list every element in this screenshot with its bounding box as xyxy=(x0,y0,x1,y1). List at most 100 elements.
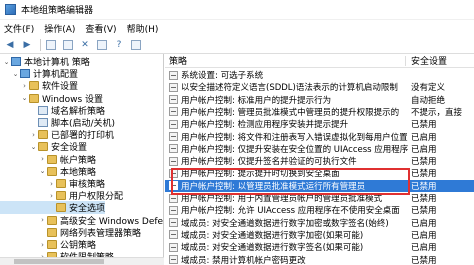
policy-row[interactable]: 用户帐户控制: 用于内置管理员帐户的管理员批准模式 已禁用 xyxy=(165,192,474,204)
policy-row[interactable]: 用户帐户控制: 检测应用程序安装并提示提升 已禁用 xyxy=(165,118,474,130)
folder-icon xyxy=(47,227,57,237)
policy-name: 用户帐户控制: 允许 UIAccess 应用程序在不使用安全桌面 xyxy=(181,206,400,217)
expand-arrow-icon[interactable]: › xyxy=(47,180,56,188)
horizontal-scrollbar[interactable] xyxy=(0,257,164,265)
app-icon xyxy=(5,4,16,15)
toolbar: ◀ ▶ ✕ ? xyxy=(0,36,474,54)
tree-local-computer-policy[interactable]: ⌄ 本地计算机 策略 xyxy=(0,55,90,68)
collapse-arrow-icon[interactable]: ⌄ xyxy=(29,143,38,151)
properties-icon[interactable] xyxy=(129,38,143,51)
title-bar: 本地组策略编辑器 xyxy=(0,0,474,20)
folder-icon xyxy=(56,191,66,201)
policy-setting-value: 已启用 xyxy=(411,230,437,241)
policy-name: 域成员: 对安全通道数据进行数字加密或数字签名(始终) xyxy=(181,218,389,229)
policy-setting-value: 已启用 xyxy=(411,132,437,143)
collapse-arrow-icon[interactable]: ⌄ xyxy=(38,167,47,175)
policy-row[interactable]: 以安全描述符定义语言(SDDL)语法表示的计算机启动限制 没有定义 xyxy=(165,81,474,93)
policy-name: 以安全描述符定义语言(SDDL)语法表示的计算机启动限制 xyxy=(181,83,398,94)
menu-help[interactable]: 帮助(H) xyxy=(127,22,159,35)
policy-setting-value: 不提示，直接 xyxy=(411,107,463,118)
tree-computer-config[interactable]: ⌄ 计算机配置 xyxy=(0,67,78,80)
tree-node-label: 用户权限分配 xyxy=(69,192,124,203)
tree-public-key[interactable]: › 公钥策略 xyxy=(0,238,96,251)
policy-row[interactable]: 用户帐户控制: 管理员批准模式中管理员的提升权限提示的 不提示，直接 xyxy=(165,106,474,118)
expand-arrow-icon[interactable]: › xyxy=(38,241,47,249)
policy-setting-value: 已启用 xyxy=(411,218,437,229)
collapse-arrow-icon[interactable]: ⌄ xyxy=(11,70,20,78)
folder-icon xyxy=(38,142,48,152)
expand-arrow-icon[interactable]: › xyxy=(29,131,38,139)
tree-scripts[interactable]: 脚本(启动/关机) xyxy=(0,116,115,129)
policy-setting-icon xyxy=(169,82,178,92)
policy-name: 用户帐户控制: 检测应用程序安装并提示提升 xyxy=(181,120,349,131)
tree-node-label: 网络列表管理器策略 xyxy=(60,228,142,239)
help-icon[interactable]: ? xyxy=(112,38,126,51)
tree-deployed-printers[interactable]: › 已部署的打印机 xyxy=(0,128,114,141)
tree-node-label: Windows 设置 xyxy=(42,94,104,105)
tree-node-label: 帐户策略 xyxy=(60,155,97,166)
doc-icon xyxy=(38,105,48,115)
expand-arrow-icon[interactable]: › xyxy=(38,216,47,224)
tree-audit-policy[interactable]: › 审核策略 xyxy=(0,177,105,190)
policy-row[interactable]: 用户帐户控制: 以管理员批准模式运行所有管理员 已禁用 xyxy=(165,179,474,192)
tree-node-label: 脚本(启动/关机) xyxy=(51,119,116,129)
tree-account-policies[interactable]: › 帐户策略 xyxy=(0,153,96,166)
tree-node-label: 安全设置 xyxy=(51,143,88,154)
menu-file[interactable]: 文件(F) xyxy=(4,22,34,35)
tree-security-settings[interactable]: ⌄ 安全设置 xyxy=(0,140,87,153)
policy-setting-icon xyxy=(169,255,178,264)
tree-name-resolution[interactable]: 域名解析策略 xyxy=(0,104,105,117)
policy-name: 域成员: 对安全通道数据进行数字加密(如果可能) xyxy=(181,230,364,241)
forward-arrow-icon[interactable]: ▶ xyxy=(20,38,34,51)
folder-icon xyxy=(47,215,57,225)
policy-row[interactable]: 域成员: 禁用计算机帐户密码更改 已禁用 xyxy=(165,254,474,265)
computer-icon xyxy=(20,69,30,79)
policy-name: 用户帐户控制: 将文件和注册表写入错误虚拟化到每用户位置 xyxy=(181,132,408,143)
policy-row[interactable]: 用户帐户控制: 仅提升安装在安全位置的 UIAccess 应用程序 已启用 xyxy=(165,143,474,155)
policy-row[interactable]: 域成员: 对安全通道数据进行数字加密或数字签名(始终) 已启用 xyxy=(165,217,474,229)
tree-software-settings[interactable]: › 软件设置 xyxy=(0,79,78,92)
tree-defender-firewall[interactable]: › 高级安全 Windows Defe xyxy=(0,214,163,227)
policy-name: 用户帐户控制: 管理员批准模式中管理员的提升权限提示的 xyxy=(181,107,400,118)
menu-action[interactable]: 操作(A) xyxy=(44,22,75,35)
collapse-arrow-icon[interactable]: ⌄ xyxy=(20,94,29,102)
delete-icon[interactable]: ✕ xyxy=(78,38,92,51)
up-folder-icon[interactable] xyxy=(44,38,58,51)
policy-row[interactable]: 用户帐户控制: 仅提升签名并验证的可执行文件 已禁用 xyxy=(165,155,474,167)
policy-row[interactable]: 域成员: 对安全通道数据进行数字签名(如果可能) 已启用 xyxy=(165,241,474,253)
tree-pane: ⌄ 本地计算机 策略 ⌄ 计算机配置 › 软件设置 ⌄ Windows 设置 域名解析策略 脚本(… xyxy=(0,54,164,265)
policy-list-pane: 策略 安全设置 系统设置: 可选子系统 以安全描述符定义语言(SDDL)语法表示的… xyxy=(165,54,474,265)
menu-view[interactable]: 查看(V) xyxy=(85,22,116,35)
policy-row[interactable]: 用户帐户控制: 允许 UIAccess 应用程序在不使用安全桌面 已禁用 xyxy=(165,204,474,216)
policy-name: 用户帐户控制: 仅提升安装在安全位置的 UIAccess 应用程序 xyxy=(181,144,409,155)
export-list-icon[interactable] xyxy=(95,38,109,51)
folder-icon xyxy=(38,130,48,140)
column-security-setting[interactable]: 安全设置 xyxy=(411,54,447,67)
expand-arrow-icon[interactable]: › xyxy=(38,155,47,163)
tree-network-list[interactable]: 网络列表管理器策略 xyxy=(0,226,141,239)
policy-setting-value: 已禁用 xyxy=(411,194,437,204)
tree-node-label: 审核策略 xyxy=(69,180,106,190)
policy-setting-value: 已启用 xyxy=(411,144,437,155)
column-divider[interactable] xyxy=(405,56,406,66)
expand-arrow-icon[interactable]: › xyxy=(47,192,56,200)
scrollbar-thumb[interactable] xyxy=(14,259,104,264)
show-hide-tree-icon[interactable] xyxy=(61,38,75,51)
tree-local-policies[interactable]: ⌄ 本地策略 xyxy=(0,165,96,178)
policy-row[interactable]: 域成员: 对安全通道数据进行数字加密(如果可能) 已启用 xyxy=(165,229,474,241)
policy-row[interactable]: 用户帐户控制: 标准用户的提升提示行为 自动拒绝 xyxy=(165,94,474,106)
folder-icon xyxy=(47,166,57,176)
collapse-arrow-icon[interactable]: ⌄ xyxy=(2,58,11,66)
tree-windows-settings[interactable]: ⌄ Windows 设置 xyxy=(0,92,103,105)
policy-name: 域成员: 禁用计算机帐户密码更改 xyxy=(181,255,306,265)
policy-row[interactable]: 系统设置: 可选子系统 xyxy=(165,69,474,81)
policy-row[interactable]: 用户帐户控制: 将文件和注册表写入错误虚拟化到每用户位置 已启用 xyxy=(165,131,474,143)
tree-user-rights[interactable]: › 用户权限分配 xyxy=(0,189,123,202)
policy-row[interactable]: 用户帐户控制: 提示提升时切换到安全桌面 已禁用 xyxy=(165,167,474,179)
column-policy[interactable]: 策略 xyxy=(169,54,187,67)
back-arrow-icon[interactable]: ◀ xyxy=(3,38,17,51)
policy-setting-icon xyxy=(169,168,178,178)
policy-setting-value: 已启用 xyxy=(411,243,437,254)
tree-security-options[interactable]: 安全选项 xyxy=(0,201,106,215)
expand-arrow-icon[interactable]: › xyxy=(20,82,29,90)
